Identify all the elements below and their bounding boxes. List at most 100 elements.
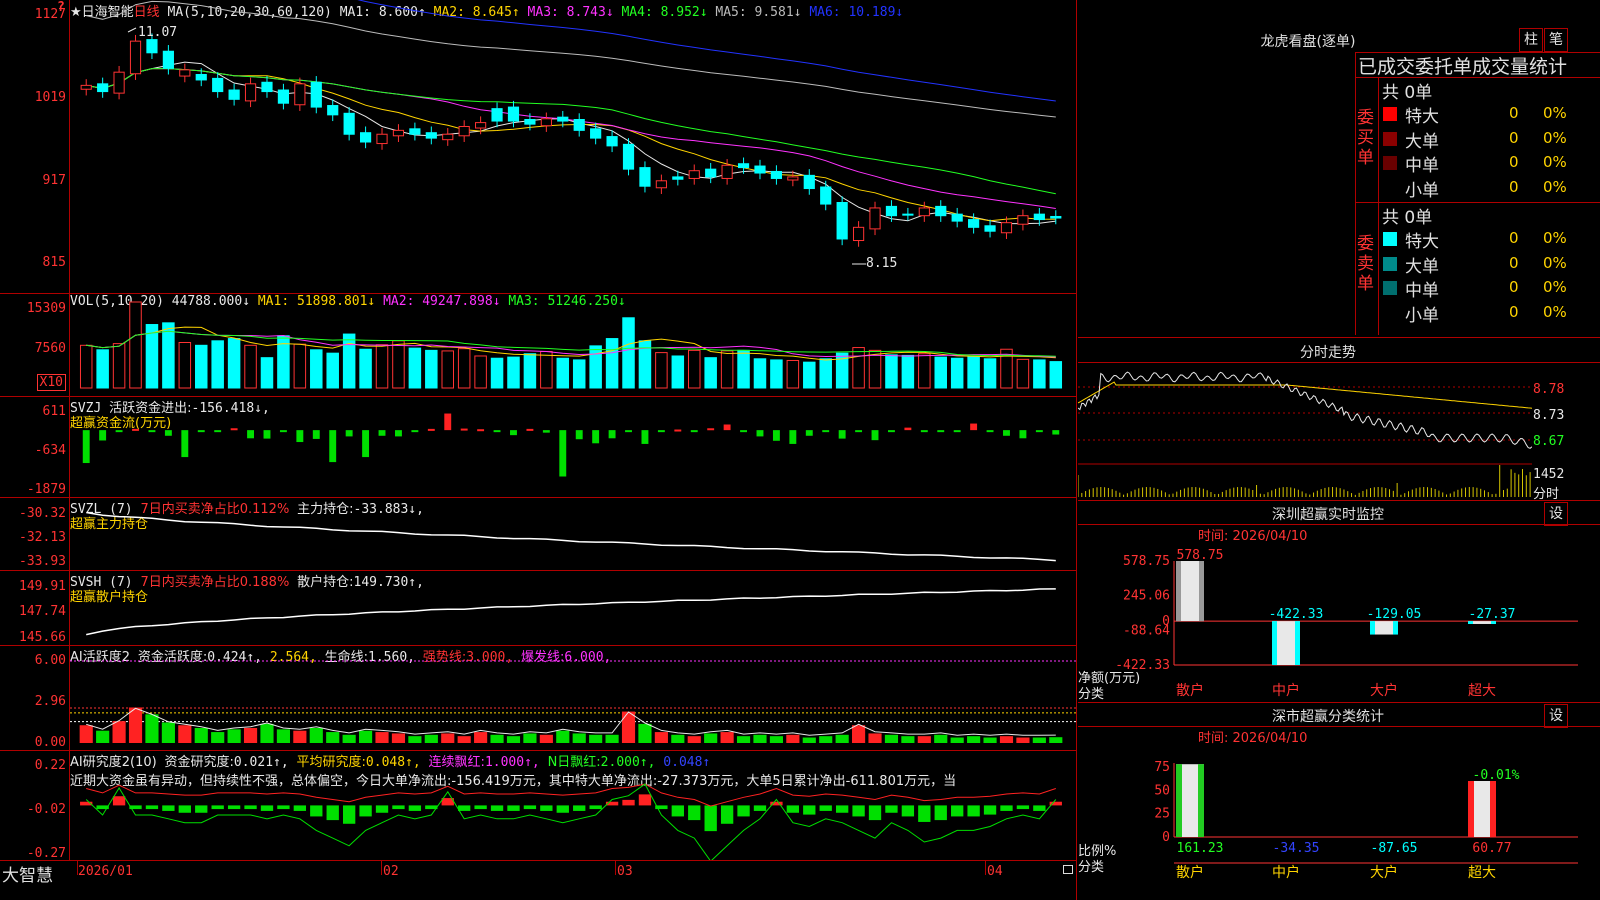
vol-unit: X10 [36,374,66,391]
row-swatch [1383,156,1397,170]
activity-bar [96,730,110,743]
classify-bar-chart[interactable]: 75 50 25 0 -0.01% 161.23 散户 -34.35 中户 -87.65 大户 60.… [1078,727,1600,900]
x-tick: 03 [617,864,633,879]
intraday-tick: 8.67 [1533,434,1565,449]
classify-top-label: -0.01% [1473,768,1520,783]
candle-body [787,176,799,181]
fund-flow-bar [394,430,402,437]
row-percent: 0% [1543,153,1567,171]
main-position-chart[interactable] [70,498,1076,570]
activity-bar [309,727,323,743]
research-bar [293,805,307,811]
volume-bar [375,344,389,389]
lock-icon[interactable] [1063,865,1073,874]
research-bar [901,805,915,817]
research-bar [211,805,224,810]
candle-body [310,81,322,108]
classify-value-label: -34.35 [1273,841,1320,856]
activity-bar [1032,737,1046,743]
volume-bar [556,357,570,389]
row-swatch [1383,305,1397,320]
ai1-y-axis: 6.00 2.96 0.00 [0,646,66,750]
x-tick-mark [615,861,616,875]
candle-body [343,112,355,135]
fund-flow-bar [592,430,600,444]
volume-bar [359,348,372,389]
research-bar [112,796,126,806]
row-swatch [1383,232,1397,246]
research-bar [737,805,750,817]
tab-bar-view[interactable]: 柱 [1519,28,1543,52]
fund-flow-bar [493,430,501,433]
brand-logo[interactable]: 大智慧 [2,861,53,886]
activity-bar [671,734,685,743]
volume-bar [507,356,520,389]
vol-tick: 15309 [26,301,66,316]
candle-body [639,167,651,187]
ai1-tick: 2.96 [34,694,66,709]
candle-body [918,207,930,217]
row-percent: 0% [1543,128,1567,147]
fund-flow-chart[interactable] [70,397,1076,497]
volume-bar [1016,358,1030,389]
candle-body [688,170,700,179]
monitor-bar-chart[interactable]: 578.75245.060-88.64-422.33578.75散户-422.3… [1078,525,1600,700]
candlestick-chart[interactable] [70,0,1076,293]
activity-bar [539,734,553,743]
row-name: 特大 [1405,107,1439,127]
activity-bar [260,723,274,743]
left-chart-area[interactable]: ? ★日海智能日线 MA(5,10,20,30,60,120) MA1: 8.6… [0,0,1077,900]
research-bar [819,805,832,811]
candle-body [195,74,207,81]
monitor-value-label: 578.75 [1177,548,1224,563]
candle-body [507,106,520,122]
fund-flow-bar [575,430,583,440]
fund-flow-bar [378,430,386,436]
activity-bar [457,736,471,743]
candle-body [97,83,109,93]
classify-y-tick: 0 [1162,830,1170,845]
research-bar [573,805,586,811]
row-swatch [1383,131,1397,146]
x-axis: 大智慧 2026/01 02 03 04 [0,861,1077,900]
ai2-y-axis: 0.22 -0.02 -0.27 [0,751,66,861]
volume-chart[interactable] [70,294,1076,396]
ai-research-chart[interactable] [70,751,1076,860]
activity-bar [161,722,175,743]
classify-settings-button[interactable]: 设 [1544,704,1568,728]
candle-body [327,105,339,116]
fund-flow-bar [214,430,222,433]
monitor-settings-button[interactable]: 设 [1544,502,1568,526]
activity-bar [145,714,159,743]
research-bar [951,805,964,817]
research-red-line [86,783,1056,807]
classify-category-label: 散户 [1176,864,1204,881]
row-name: 大单 [1405,131,1439,152]
classify-title: 深市超赢分类统计 [1272,709,1384,725]
activity-bar [769,736,783,743]
tab-tick-view[interactable]: 笔 [1544,28,1568,52]
volume-bar [1049,361,1063,389]
volume-bar [885,354,898,389]
ma-line [86,68,1056,195]
fund-flow-bar [904,427,912,431]
activity-bar [178,725,192,743]
activity-bar [605,734,619,743]
activity-bar [227,729,241,743]
fund-flow-bar [822,430,830,433]
fund-flow-bar [164,430,172,436]
research-bar [1000,805,1013,811]
intraday-chart[interactable] [1078,363,1532,499]
x-tick-mark [985,861,986,875]
volume-bar [803,361,816,389]
ai-activity-chart[interactable] [70,646,1076,750]
classify-bar-edge [1468,781,1474,837]
row-percent: 0% [1543,104,1567,122]
volume-bar [852,347,865,389]
activity-bar [852,725,866,743]
fund-flow-bar [608,430,616,439]
activity-bar [375,732,389,743]
retail-position-chart[interactable] [70,571,1076,645]
monitor-value-label: -129.05 [1367,607,1422,622]
volume-bar [441,350,455,389]
